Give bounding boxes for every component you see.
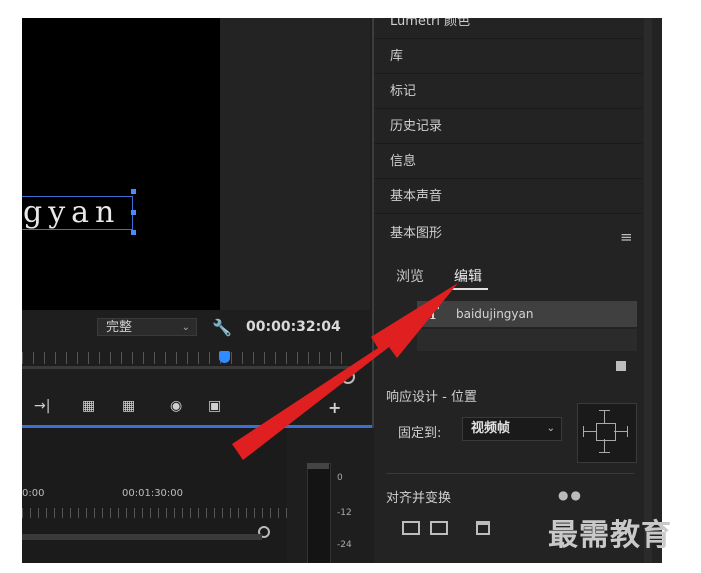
extract-icon[interactable]: ▦ bbox=[122, 398, 135, 414]
anchor-right-line bbox=[614, 431, 627, 432]
meter-label: -24 bbox=[337, 540, 352, 550]
chevron-down-icon: ⌄ bbox=[181, 322, 190, 333]
timeline-ruler[interactable] bbox=[22, 508, 287, 518]
anchor-bottom-line bbox=[604, 439, 605, 452]
right-panel-scrollbar[interactable] bbox=[644, 18, 652, 563]
step-forward-icon[interactable]: →| bbox=[34, 398, 50, 414]
program-timecode[interactable]: 00:00:32:04 bbox=[246, 319, 341, 335]
essential-graphics-header[interactable]: 基本图形 bbox=[374, 216, 642, 251]
anchor-bottom-cap bbox=[599, 452, 610, 453]
anchor-left-line bbox=[583, 431, 596, 432]
audio-meter bbox=[307, 463, 331, 563]
panel-menu-item[interactable]: 库 bbox=[374, 39, 642, 74]
monitor-time-ruler[interactable] bbox=[22, 352, 352, 364]
meter-label: -12 bbox=[337, 508, 352, 518]
anchor-left-cap bbox=[583, 426, 584, 437]
layer-list-empty-row bbox=[417, 329, 637, 351]
zoom-handle[interactable] bbox=[341, 370, 355, 384]
pin-to-value: 视频帧 bbox=[471, 421, 511, 436]
timeline-scrollbar[interactable] bbox=[22, 534, 262, 540]
new-layer-icon[interactable] bbox=[616, 361, 626, 371]
playback-quality-select[interactable]: 完整 ⌄ bbox=[97, 318, 197, 336]
anchor-center[interactable] bbox=[596, 423, 616, 441]
premiere-window: gyan 完整 ⌄ 🔧 00:00:32:04 →| ▦ ▦ ◉ ▣ + 0:0… bbox=[22, 18, 662, 563]
add-button-icon[interactable]: + bbox=[328, 398, 341, 417]
program-monitor-video[interactable] bbox=[22, 18, 220, 310]
tab-edit[interactable]: 编辑 bbox=[454, 266, 482, 286]
resize-handle[interactable] bbox=[131, 210, 136, 215]
pin-to-label: 固定到: bbox=[398, 426, 442, 441]
timeline-time-label: 0:00 bbox=[22, 488, 45, 499]
right-panel: Lumetri 颜色 库 标记 历史记录 信息 基本声音 基本图形 bbox=[374, 18, 662, 563]
anchor-right-cap bbox=[627, 426, 628, 437]
chevron-down-icon: ⌄ bbox=[546, 423, 555, 434]
panel-menu-item[interactable]: 标记 bbox=[374, 74, 642, 109]
meter-label: 0 bbox=[337, 473, 343, 483]
lift-icon[interactable]: ▦ bbox=[82, 398, 95, 414]
align-horizontal-center-icon[interactable] bbox=[430, 521, 448, 535]
panel-menu-item[interactable]: 历史记录 bbox=[374, 109, 642, 144]
section-divider bbox=[386, 473, 634, 474]
align-top-icon[interactable] bbox=[476, 521, 490, 535]
compare-view-icon[interactable]: ▣ bbox=[208, 398, 221, 414]
panel-menu-item[interactable]: 基本声音 bbox=[374, 179, 642, 214]
pin-to-select[interactable]: 视频帧 ⌄ bbox=[462, 417, 562, 441]
audio-meter-cap bbox=[307, 463, 329, 469]
resize-handle[interactable] bbox=[131, 230, 136, 235]
active-tab-indicator bbox=[452, 288, 488, 290]
align-transform-label: 对齐并变换 bbox=[386, 491, 452, 506]
wrench-icon[interactable]: 🔧 bbox=[212, 318, 232, 337]
align-vertical-center-icon[interactable] bbox=[402, 521, 420, 535]
more-options-icon[interactable]: ●● bbox=[558, 488, 583, 502]
hamburger-menu-icon[interactable]: ≡ bbox=[620, 228, 633, 246]
title-text-overlay[interactable]: gyan bbox=[22, 196, 133, 230]
monitor-background bbox=[220, 18, 370, 310]
tab-browse[interactable]: 浏览 bbox=[396, 266, 424, 286]
resize-handle[interactable] bbox=[131, 189, 136, 194]
panel-menu-item[interactable]: 信息 bbox=[374, 144, 642, 179]
text-layer-icon: T bbox=[427, 303, 440, 324]
quality-value: 完整 bbox=[106, 320, 133, 335]
watermark-text: 最需教育 bbox=[548, 518, 672, 553]
anchor-top-line bbox=[604, 410, 605, 423]
anchor-top-cap bbox=[599, 410, 610, 411]
monitor-ruler-track bbox=[22, 366, 352, 369]
camera-icon[interactable]: ◉ bbox=[170, 398, 182, 414]
panel-menu-item[interactable]: Lumetri 颜色 bbox=[374, 18, 642, 39]
responsive-design-label: 响应设计 - 位置 bbox=[386, 390, 477, 405]
graphic-layer-name: baidujingyan bbox=[456, 307, 534, 321]
timeline-time-label: 00:01:30:00 bbox=[122, 488, 184, 499]
playhead[interactable] bbox=[219, 351, 230, 363]
